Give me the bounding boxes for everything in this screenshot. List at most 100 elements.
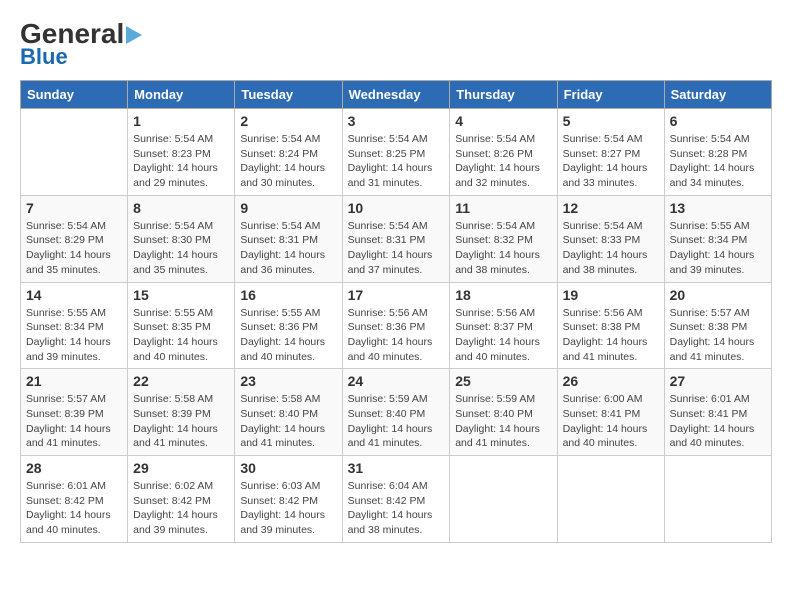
calendar-week-3: 14Sunrise: 5:55 AMSunset: 8:34 PMDayligh… <box>21 282 772 369</box>
day-detail: Sunrise: 5:54 AMSunset: 8:32 PMDaylight:… <box>455 219 551 278</box>
day-number: 20 <box>670 287 766 303</box>
day-number: 12 <box>563 200 659 216</box>
calendar-cell: 13 Sunrise: 5:55 AMSunset: 8:34 PMDayligh… <box>664 195 771 282</box>
day-number: 9 <box>240 200 336 216</box>
calendar-body: 1 Sunrise: 5:54 AMSunset: 8:23 PMDaylight… <box>21 109 772 543</box>
calendar-week-4: 21 Sunrise: 5:57 AMSunset: 8:39 PMDayligh… <box>21 369 772 456</box>
weekday-header-sunday: Sunday <box>21 81 128 109</box>
logo: General Blue <box>20 20 142 70</box>
calendar-cell: 28 Sunrise: 6:01 AMSunset: 8:42 PMDayligh… <box>21 456 128 543</box>
day-number: 3 <box>348 113 445 129</box>
calendar-cell: 5 Sunrise: 5:54 AMSunset: 8:27 PMDaylight… <box>557 109 664 196</box>
day-number: 26 <box>563 373 659 389</box>
calendar-cell: 21 Sunrise: 5:57 AMSunset: 8:39 PMDayligh… <box>21 369 128 456</box>
calendar-week-1: 1 Sunrise: 5:54 AMSunset: 8:23 PMDaylight… <box>21 109 772 196</box>
calendar-cell: 22 Sunrise: 5:58 AMSunset: 8:39 PMDayligh… <box>128 369 235 456</box>
calendar-cell: 25 Sunrise: 5:59 AMSunset: 8:40 PMDayligh… <box>450 369 557 456</box>
calendar-cell: 23Sunrise: 5:58 AMSunset: 8:40 PMDayligh… <box>235 369 342 456</box>
weekday-header-monday: Monday <box>128 81 235 109</box>
day-number: 22 <box>133 373 229 389</box>
day-detail: Sunrise: 5:55 AMSunset: 8:34 PMDaylight:… <box>26 306 122 365</box>
day-detail: Sunrise: 5:56 AMSunset: 8:37 PMDaylight:… <box>455 306 551 365</box>
calendar-cell <box>450 456 557 543</box>
day-number: 4 <box>455 113 551 129</box>
calendar-cell: 11Sunrise: 5:54 AMSunset: 8:32 PMDayligh… <box>450 195 557 282</box>
calendar-cell: 15 Sunrise: 5:55 AMSunset: 8:35 PMDayligh… <box>128 282 235 369</box>
calendar-cell: 6 Sunrise: 5:54 AMSunset: 8:28 PMDaylight… <box>664 109 771 196</box>
calendar-cell: 31Sunrise: 6:04 AMSunset: 8:42 PMDayligh… <box>342 456 450 543</box>
day-detail: Sunrise: 5:54 AMSunset: 8:30 PMDaylight:… <box>133 219 229 278</box>
day-number: 18 <box>455 287 551 303</box>
day-number: 28 <box>26 460 122 476</box>
calendar-cell: 8 Sunrise: 5:54 AMSunset: 8:30 PMDaylight… <box>128 195 235 282</box>
day-number: 15 <box>133 287 229 303</box>
calendar-cell: 7Sunrise: 5:54 AMSunset: 8:29 PMDaylight… <box>21 195 128 282</box>
day-detail: Sunrise: 5:58 AMSunset: 8:39 PMDaylight:… <box>133 392 229 451</box>
day-number: 27 <box>670 373 766 389</box>
day-detail: Sunrise: 5:55 AMSunset: 8:34 PMDaylight:… <box>670 219 766 278</box>
calendar-cell: 2 Sunrise: 5:54 AMSunset: 8:24 PMDaylight… <box>235 109 342 196</box>
day-number: 6 <box>670 113 766 129</box>
calendar-cell: 18 Sunrise: 5:56 AMSunset: 8:37 PMDayligh… <box>450 282 557 369</box>
logo-arrow-icon <box>126 26 142 44</box>
weekday-header-thursday: Thursday <box>450 81 557 109</box>
day-number: 13 <box>670 200 766 216</box>
day-detail: Sunrise: 5:54 AMSunset: 8:33 PMDaylight:… <box>563 219 659 278</box>
day-number: 8 <box>133 200 229 216</box>
calendar-week-5: 28 Sunrise: 6:01 AMSunset: 8:42 PMDayligh… <box>21 456 772 543</box>
page-header: General Blue <box>20 20 772 70</box>
day-detail: Sunrise: 5:55 AMSunset: 8:35 PMDaylight:… <box>133 306 229 365</box>
day-detail: Sunrise: 5:59 AMSunset: 8:40 PMDaylight:… <box>348 392 445 451</box>
day-detail: Sunrise: 5:54 AMSunset: 8:26 PMDaylight:… <box>455 132 551 191</box>
calendar-cell: 19Sunrise: 5:56 AMSunset: 8:38 PMDayligh… <box>557 282 664 369</box>
calendar-cell: 12 Sunrise: 5:54 AMSunset: 8:33 PMDayligh… <box>557 195 664 282</box>
calendar-cell: 16Sunrise: 5:55 AMSunset: 8:36 PMDayligh… <box>235 282 342 369</box>
day-detail: Sunrise: 6:02 AMSunset: 8:42 PMDaylight:… <box>133 479 229 538</box>
day-number: 21 <box>26 373 122 389</box>
day-detail: Sunrise: 5:54 AMSunset: 8:31 PMDaylight:… <box>240 219 336 278</box>
calendar-cell: 24Sunrise: 5:59 AMSunset: 8:40 PMDayligh… <box>342 369 450 456</box>
day-detail: Sunrise: 6:01 AMSunset: 8:42 PMDaylight:… <box>26 479 122 538</box>
day-detail: Sunrise: 5:57 AMSunset: 8:39 PMDaylight:… <box>26 392 122 451</box>
calendar-cell: 26Sunrise: 6:00 AMSunset: 8:41 PMDayligh… <box>557 369 664 456</box>
calendar-cell: 20 Sunrise: 5:57 AMSunset: 8:38 PMDayligh… <box>664 282 771 369</box>
day-number: 19 <box>563 287 659 303</box>
day-detail: Sunrise: 5:54 AMSunset: 8:23 PMDaylight:… <box>133 132 229 191</box>
day-detail: Sunrise: 5:54 AMSunset: 8:28 PMDaylight:… <box>670 132 766 191</box>
day-number: 2 <box>240 113 336 129</box>
day-detail: Sunrise: 5:59 AMSunset: 8:40 PMDaylight:… <box>455 392 551 451</box>
weekday-header-friday: Friday <box>557 81 664 109</box>
calendar-cell: 1 Sunrise: 5:54 AMSunset: 8:23 PMDaylight… <box>128 109 235 196</box>
day-number: 1 <box>133 113 229 129</box>
calendar-cell: 10 Sunrise: 5:54 AMSunset: 8:31 PMDayligh… <box>342 195 450 282</box>
calendar-table: SundayMondayTuesdayWednesdayThursdayFrid… <box>20 80 772 543</box>
day-detail: Sunrise: 6:01 AMSunset: 8:41 PMDaylight:… <box>670 392 766 451</box>
day-number: 31 <box>348 460 445 476</box>
logo-blue: Blue <box>20 44 68 70</box>
weekday-header-wednesday: Wednesday <box>342 81 450 109</box>
day-number: 5 <box>563 113 659 129</box>
calendar-cell <box>557 456 664 543</box>
day-detail: Sunrise: 5:54 AMSunset: 8:31 PMDaylight:… <box>348 219 445 278</box>
calendar-cell: 27 Sunrise: 6:01 AMSunset: 8:41 PMDayligh… <box>664 369 771 456</box>
day-detail: Sunrise: 5:54 AMSunset: 8:24 PMDaylight:… <box>240 132 336 191</box>
weekday-header-row: SundayMondayTuesdayWednesdayThursdayFrid… <box>21 81 772 109</box>
day-detail: Sunrise: 5:58 AMSunset: 8:40 PMDaylight:… <box>240 392 336 451</box>
day-detail: Sunrise: 5:56 AMSunset: 8:36 PMDaylight:… <box>348 306 445 365</box>
day-detail: Sunrise: 5:57 AMSunset: 8:38 PMDaylight:… <box>670 306 766 365</box>
day-number: 30 <box>240 460 336 476</box>
calendar-cell <box>664 456 771 543</box>
calendar-cell: 14Sunrise: 5:55 AMSunset: 8:34 PMDayligh… <box>21 282 128 369</box>
calendar-cell: 3 Sunrise: 5:54 AMSunset: 8:25 PMDaylight… <box>342 109 450 196</box>
day-number: 16 <box>240 287 336 303</box>
calendar-cell: 30 Sunrise: 6:03 AMSunset: 8:42 PMDayligh… <box>235 456 342 543</box>
day-detail: Sunrise: 5:54 AMSunset: 8:25 PMDaylight:… <box>348 132 445 191</box>
day-number: 29 <box>133 460 229 476</box>
day-detail: Sunrise: 6:03 AMSunset: 8:42 PMDaylight:… <box>240 479 336 538</box>
calendar-header: SundayMondayTuesdayWednesdayThursdayFrid… <box>21 81 772 109</box>
day-number: 25 <box>455 373 551 389</box>
day-detail: Sunrise: 5:54 AMSunset: 8:27 PMDaylight:… <box>563 132 659 191</box>
calendar-cell: 17Sunrise: 5:56 AMSunset: 8:36 PMDayligh… <box>342 282 450 369</box>
day-number: 10 <box>348 200 445 216</box>
day-number: 7 <box>26 200 122 216</box>
